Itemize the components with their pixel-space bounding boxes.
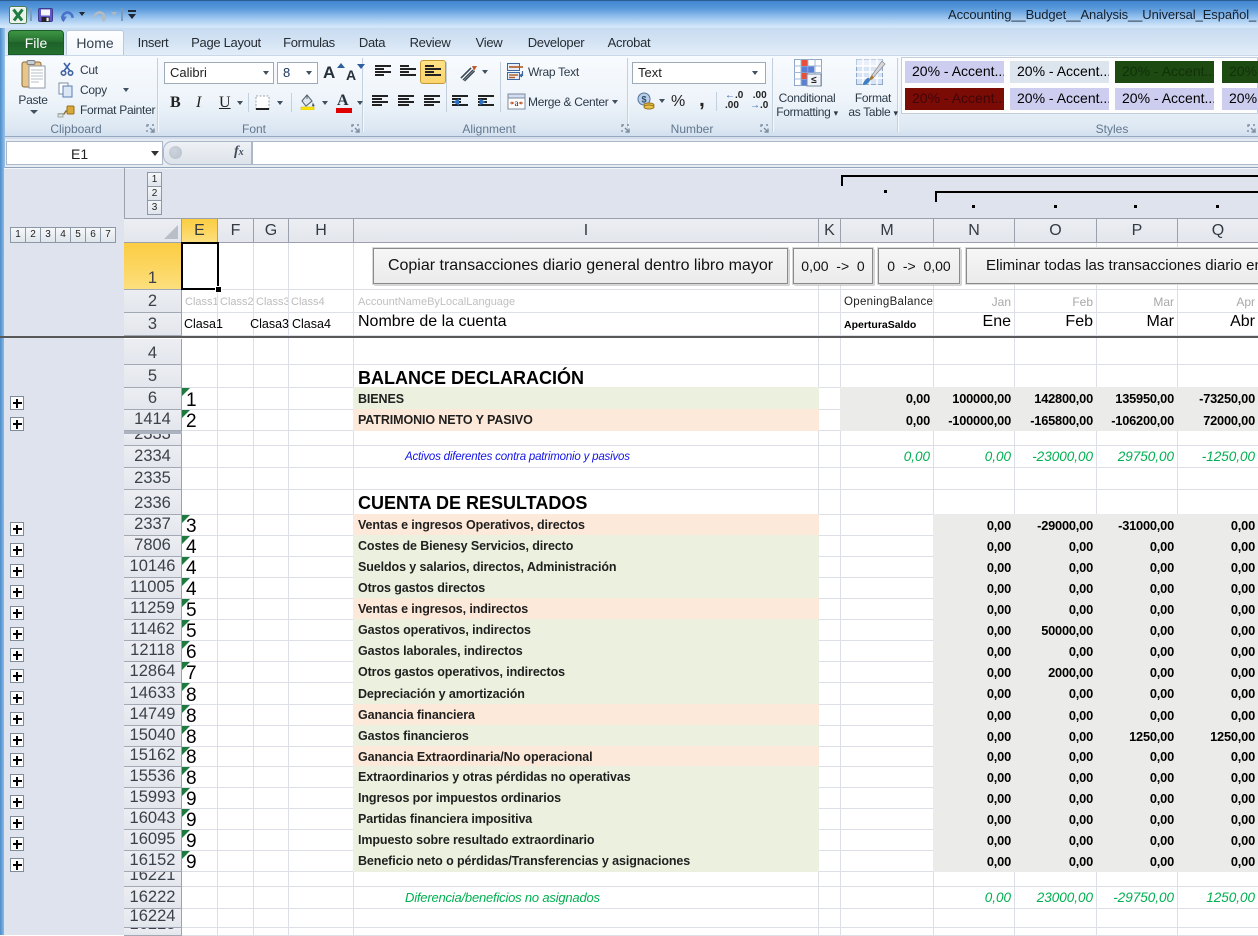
- svg-text:≤: ≤: [811, 75, 817, 86]
- svg-text:a: a: [515, 98, 519, 108]
